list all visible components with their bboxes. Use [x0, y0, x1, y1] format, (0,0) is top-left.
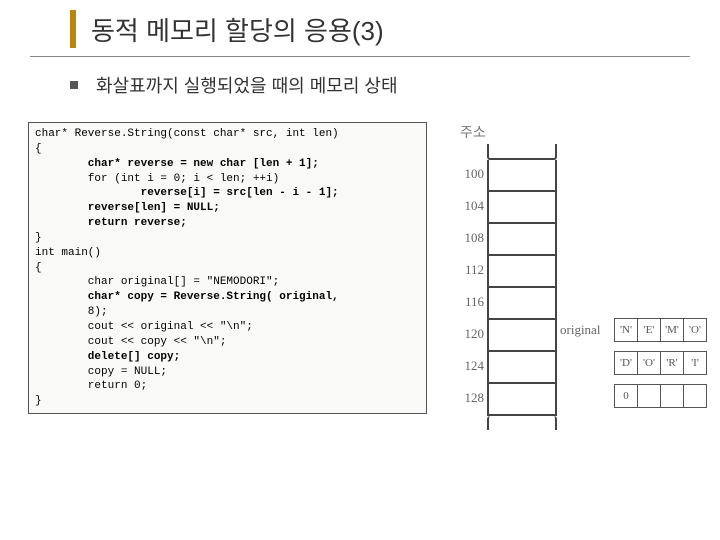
- char-cell: 'N': [614, 318, 638, 342]
- char-cell: [637, 384, 661, 408]
- code-line: char* copy = Reverse.String( original,: [35, 290, 420, 305]
- mem-addr: 120: [449, 326, 484, 342]
- mem-cell: 104: [487, 192, 557, 224]
- title-bar: 동적 메모리 할당의 응용(3): [30, 0, 690, 57]
- char-cell: 'O': [683, 318, 707, 342]
- char-cell: 0: [614, 384, 638, 408]
- code-box: char* Reverse.String(const char* src, in…: [28, 122, 427, 414]
- char-grid: 'N' 'E' 'M' 'O' 'D' 'O' 'R' 'I' 0: [615, 319, 707, 408]
- code-line: int main(): [35, 246, 420, 261]
- char-row: 'D' 'O' 'R' 'I': [615, 352, 707, 375]
- char-row: 'N' 'E' 'M' 'O': [615, 319, 707, 342]
- code-line: }: [35, 231, 420, 246]
- bullet-icon: [70, 81, 78, 89]
- char-cell: 'I': [683, 351, 707, 375]
- code-line: delete[] copy;: [35, 350, 420, 365]
- char-cell: 'O': [637, 351, 661, 375]
- code-line: reverse[len] = NULL;: [35, 201, 420, 216]
- char-cell: 'R': [660, 351, 684, 375]
- code-line: for (int i = 0; i < len; ++i): [35, 172, 420, 187]
- bullet-text: 화살표까지 실행되었을 때의 메모리 상태: [96, 72, 398, 98]
- mem-addr: 100: [449, 166, 484, 182]
- code-line: {: [35, 142, 420, 157]
- code-line: char* Reverse.String(const char* src, in…: [35, 127, 420, 142]
- mem-addr: 108: [449, 230, 484, 246]
- mem-cell: 120: [487, 320, 557, 352]
- mem-addr: 128: [449, 390, 484, 406]
- page-title: 동적 메모리 할당의 응용(3): [91, 11, 384, 48]
- mem-cell: 100: [487, 160, 557, 192]
- mem-addr: 104: [449, 198, 484, 214]
- mem-cell: 124: [487, 352, 557, 384]
- code-line: 8);: [35, 305, 420, 320]
- title-accent: [70, 10, 76, 48]
- mem-header: 주소: [460, 122, 486, 142]
- code-line: return reverse;: [35, 216, 420, 231]
- bullet-line: 화살표까지 실행되었을 때의 메모리 상태: [70, 72, 720, 98]
- mem-top-edge: [487, 144, 557, 160]
- mem-addr: 116: [449, 294, 484, 310]
- char-cell: [660, 384, 684, 408]
- char-cell: [683, 384, 707, 408]
- code-line: char original[] = "NEMODORI";: [35, 275, 420, 290]
- mem-cell: 108: [487, 224, 557, 256]
- code-line: cout << copy << "\n";: [35, 335, 420, 350]
- code-line: return 0;: [35, 379, 420, 394]
- mem-bottom-edge: [487, 416, 557, 430]
- code-line: reverse[i] = src[len - i - 1];: [35, 186, 420, 201]
- char-cell: 'E': [637, 318, 661, 342]
- char-cell: 'M': [660, 318, 684, 342]
- mem-cell: 112: [487, 256, 557, 288]
- code-line: cout << original << "\n";: [35, 320, 420, 335]
- code-line: char* reverse = new char [len + 1];: [35, 157, 420, 172]
- mem-cell: 116: [487, 288, 557, 320]
- code-line: {: [35, 261, 420, 276]
- char-row: 0: [615, 385, 707, 408]
- mem-cell: 128: [487, 384, 557, 416]
- mem-label-original: original: [560, 322, 600, 338]
- mem-addr: 112: [449, 262, 484, 278]
- memory-stack: 100 104 108 112 116 120 124 128: [487, 144, 557, 430]
- code-line: copy = NULL;: [35, 365, 420, 380]
- mem-addr: 124: [449, 358, 484, 374]
- char-cell: 'D': [614, 351, 638, 375]
- code-line: }: [35, 394, 420, 409]
